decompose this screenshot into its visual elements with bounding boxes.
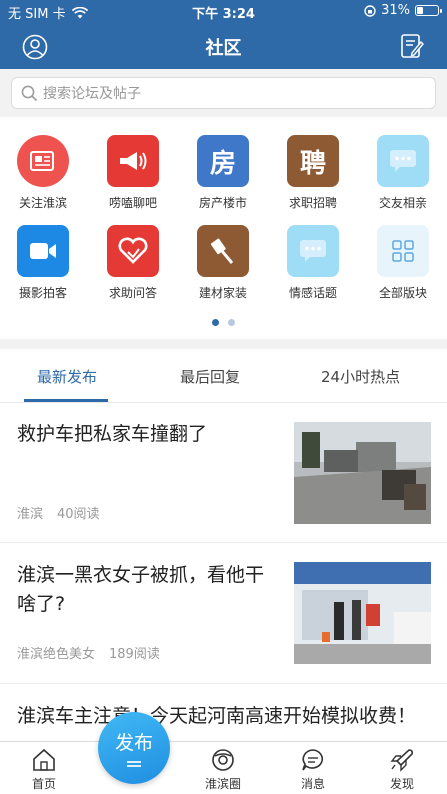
- heart-icon: [107, 225, 159, 277]
- feed-tabs: 最新发布 最后回复 24小时热点: [0, 349, 447, 403]
- tab-last-reply[interactable]: 最后回复: [180, 366, 240, 387]
- category-label: 唠嗑聊吧: [108, 196, 157, 210]
- tab-circle[interactable]: 淮滨圈: [193, 748, 253, 792]
- category-grid: 关注淮滨 唠嗑聊吧 房 房产楼市 聘 求职招聘 交友相亲 摄影拍客 求助问答 建…: [0, 117, 447, 339]
- battery-percent: 31%: [381, 3, 410, 18]
- video-camera-icon: [17, 225, 69, 277]
- tab-discover-label: 发现: [389, 777, 414, 791]
- tab-discover[interactable]: 发现: [372, 748, 432, 792]
- category-dating[interactable]: 交友相亲: [358, 135, 447, 211]
- category-photography[interactable]: 摄影拍客: [0, 225, 88, 301]
- search-icon: [21, 85, 38, 101]
- publish-button[interactable]: 发布: [98, 712, 170, 784]
- nav-bar: 社区: [0, 22, 447, 69]
- rocket-icon: [390, 749, 413, 772]
- bottom-tab-bar: 首页 淮滨圈 消息 发现: [0, 741, 447, 794]
- category-label: 建材家装: [198, 286, 247, 300]
- grid-icon: [377, 225, 429, 277]
- category-all[interactable]: 全部版块: [358, 225, 447, 301]
- publish-label: 发布: [114, 732, 153, 754]
- post-item[interactable]: 救护车把私家车撞翻了 淮滨 40阅读: [0, 404, 447, 543]
- post-reads: 40阅读: [57, 507, 100, 522]
- tab-messages-label: 消息: [300, 777, 325, 791]
- search-area: 搜索论坛及帖子: [0, 69, 447, 117]
- tab-messages[interactable]: 消息: [283, 748, 343, 792]
- house-char-icon: 房: [197, 135, 249, 187]
- category-building[interactable]: 建材家装: [178, 225, 268, 301]
- post-reads: 189阅读: [109, 647, 160, 662]
- page-title: 社区: [205, 38, 242, 59]
- home-icon: [33, 748, 55, 771]
- category-label: 房产楼市: [198, 196, 247, 210]
- publish-lines-icon: [127, 761, 141, 763]
- category-emotion[interactable]: 情感话题: [268, 225, 358, 301]
- hire-char-icon: 聘: [287, 135, 339, 187]
- post-source: 淮滨绝色美女: [17, 647, 96, 662]
- post-thumbnail: [294, 422, 431, 524]
- top-bar: 无 SIM 卡 下午 3:24 31% 社区: [0, 0, 447, 69]
- page-dot: [228, 319, 235, 326]
- post-meta: 淮滨 40阅读: [17, 503, 100, 522]
- status-bar: 无 SIM 卡 下午 3:24 31%: [0, 0, 447, 22]
- post-item[interactable]: 淮滨车主注意！今天起河南高速开始模拟收费！: [0, 684, 447, 741]
- orientation-lock-icon: [364, 4, 376, 17]
- message-icon: [302, 749, 324, 771]
- section-divider: [0, 339, 447, 349]
- chat-bubble-icon: [377, 135, 429, 187]
- active-tab-indicator: [24, 399, 108, 402]
- camera-ring-icon: [212, 749, 234, 771]
- post-title: 淮滨一黑衣女子被抓，看他干啥了?: [17, 564, 265, 615]
- post-title: 救护车把私家车撞翻了: [17, 423, 208, 445]
- newspaper-icon: [17, 135, 69, 187]
- post-item[interactable]: 淮滨一黑衣女子被抓，看他干啥了? 淮滨绝色美女 189阅读: [0, 543, 447, 684]
- post-thumbnail: [294, 562, 431, 664]
- category-label: 关注淮滨: [18, 196, 67, 210]
- tab-home-label: 首页: [31, 777, 56, 791]
- tab-latest[interactable]: 最新发布: [37, 366, 97, 387]
- megaphone-icon: [107, 135, 159, 187]
- battery-icon: [415, 5, 442, 16]
- house-char: 房: [209, 148, 236, 179]
- tab-circle-label: 淮滨圈: [204, 777, 241, 791]
- category-label: 情感话题: [288, 286, 337, 300]
- category-real-estate[interactable]: 房 房产楼市: [178, 135, 268, 211]
- page-dot-active: [212, 319, 219, 326]
- category-label: 求助问答: [108, 286, 157, 300]
- hire-char: 聘: [299, 148, 326, 179]
- category-label: 全部版块: [378, 286, 427, 300]
- tab-home[interactable]: 首页: [14, 748, 74, 792]
- chat-bubble-icon: [287, 225, 339, 277]
- search-placeholder: 搜索论坛及帖子: [43, 86, 141, 102]
- brush-icon: [197, 225, 249, 277]
- category-jobs[interactable]: 聘 求职招聘: [268, 135, 358, 211]
- post-title: 淮滨车主注意！今天起河南高速开始模拟收费！: [17, 705, 417, 727]
- page-indicator[interactable]: [0, 319, 447, 326]
- category-chat[interactable]: 唠嗑聊吧: [88, 135, 178, 211]
- category-label: 交友相亲: [378, 196, 427, 210]
- category-label: 摄影拍客: [18, 286, 67, 300]
- compose-icon[interactable]: [399, 33, 425, 59]
- category-follow-huaibin[interactable]: 关注淮滨: [0, 135, 88, 211]
- category-label: 求职招聘: [288, 196, 337, 210]
- post-meta: 淮滨绝色美女 189阅读: [17, 643, 160, 662]
- post-source: 淮滨: [17, 507, 44, 522]
- category-qa[interactable]: 求助问答: [88, 225, 178, 301]
- search-input[interactable]: 搜索论坛及帖子: [11, 77, 436, 109]
- tab-24h-hot[interactable]: 24小时热点: [321, 366, 400, 387]
